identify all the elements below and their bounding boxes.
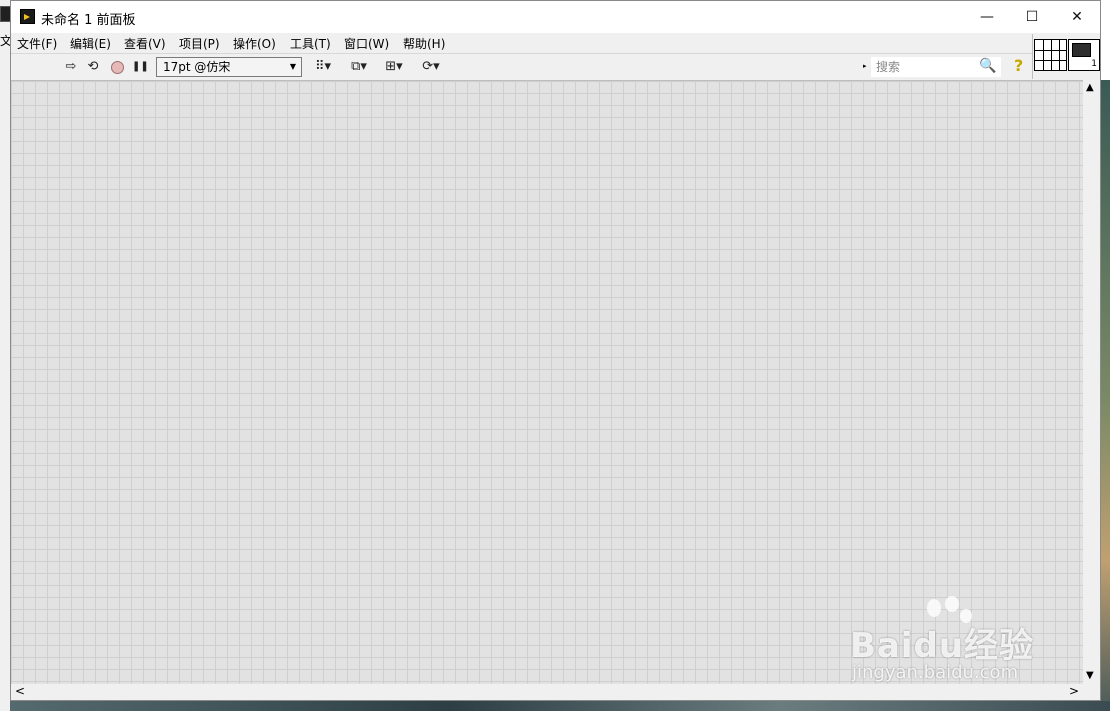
vi-icon-number: 1 — [1091, 59, 1097, 69]
reorder-icon[interactable]: ⟳▾ — [417, 58, 445, 76]
menu-tools[interactable]: 工具(T) — [290, 35, 331, 52]
menu-window[interactable]: 窗口(W) — [344, 35, 389, 52]
maximize-button[interactable]: ☐ — [1009, 1, 1055, 33]
toolbar-separator — [1032, 34, 1033, 79]
title-bar[interactable]: 未命名 1 前面板 — ☐ ✕ — [11, 1, 1100, 33]
horizontal-scrollbar[interactable]: < > — [11, 684, 1083, 700]
connector-pane-icon[interactable] — [1034, 39, 1067, 71]
desktop-background-bottom — [10, 701, 1110, 711]
menu-bar: 文件(F) 编辑(E) 查看(V) 项目(P) 操作(O) 工具(T) 窗口(W… — [11, 33, 1033, 53]
vertical-scrollbar[interactable]: ▲ ▼ — [1083, 80, 1100, 684]
menu-view[interactable]: 查看(V) — [124, 35, 166, 52]
menu-file[interactable]: 文件(F) — [17, 35, 57, 52]
desktop-background — [1101, 0, 1110, 711]
abort-execution-icon[interactable] — [111, 61, 124, 74]
watermark-brand: Baidu经验 — [850, 626, 1035, 666]
menu-operate[interactable]: 操作(O) — [233, 35, 276, 52]
scroll-right-icon[interactable]: > — [1069, 684, 1079, 698]
scroll-up-icon[interactable]: ▲ — [1086, 82, 1094, 93]
font-selector[interactable]: 17pt @仿宋 ▼ — [156, 57, 302, 77]
front-panel-canvas[interactable] — [11, 80, 1083, 685]
chevron-down-icon: ▼ — [289, 62, 296, 71]
baidu-watermark: Baidu经验 jingyan.baidu.com — [850, 596, 1060, 686]
watermark-url: jingyan.baidu.com — [852, 662, 1019, 683]
vi-icon[interactable]: 1 — [1068, 39, 1100, 71]
distribute-objects-icon[interactable]: ⧉▾ — [345, 58, 373, 76]
align-objects-icon[interactable]: ⠿▾ — [309, 58, 337, 76]
toolbar: ⇨ ⟲ ❚❚ 17pt @仿宋 ▼ ⠿▾ ⧉▾ ⊞▾ ⟳▾ ▸ 搜索 🔍 ? — [11, 53, 1033, 80]
minimize-button[interactable]: — — [964, 1, 1010, 33]
font-selector-value: 17pt @仿宋 — [163, 60, 231, 74]
context-help-icon[interactable]: ? — [1014, 56, 1023, 75]
resize-objects-icon[interactable]: ⊞▾ — [380, 58, 408, 76]
vi-icon-screen — [1072, 43, 1091, 57]
search-expand-icon[interactable]: ▸ — [863, 62, 867, 70]
search-icon[interactable]: 🔍 — [979, 58, 996, 74]
menu-help[interactable]: 帮助(H) — [403, 35, 445, 52]
pause-icon[interactable]: ❚❚ — [132, 58, 149, 76]
scroll-left-icon[interactable]: < — [15, 684, 25, 698]
run-arrow-icon[interactable]: ⇨ — [63, 58, 79, 76]
menu-edit[interactable]: 编辑(E) — [70, 35, 111, 52]
close-button[interactable]: ✕ — [1054, 1, 1100, 33]
run-continuously-icon[interactable]: ⟲ — [84, 58, 102, 76]
menu-project[interactable]: 项目(P) — [179, 35, 220, 52]
labview-app-icon — [20, 9, 35, 24]
window-title: 未命名 1 前面板 — [41, 13, 136, 28]
scroll-down-icon[interactable]: ▼ — [1086, 670, 1094, 681]
